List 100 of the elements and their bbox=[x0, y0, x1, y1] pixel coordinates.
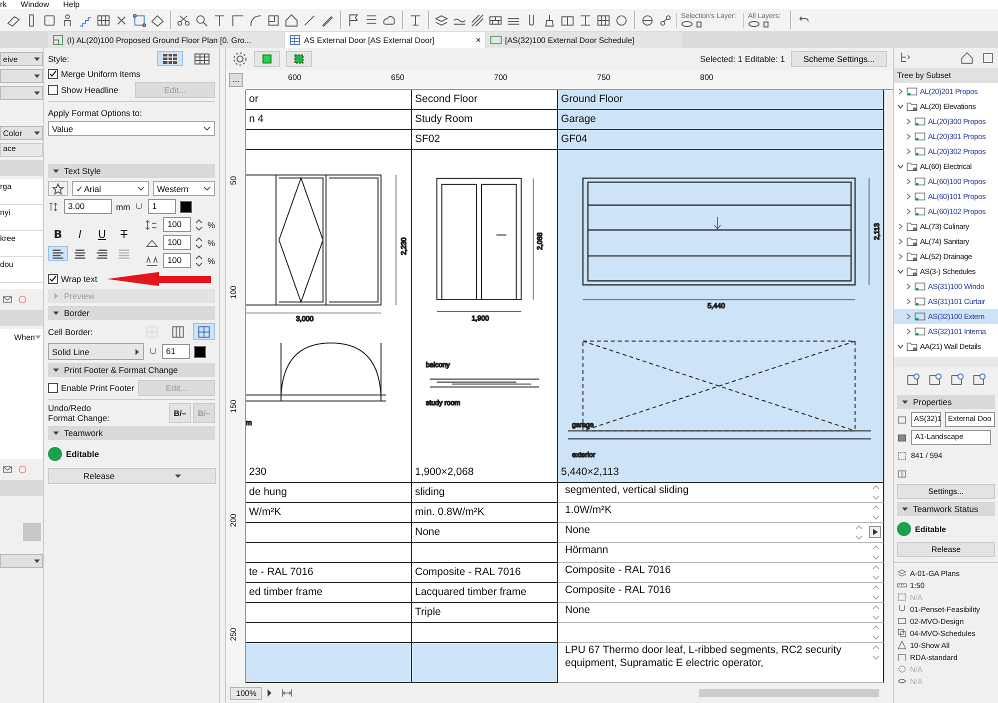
table-icon[interactable] bbox=[289, 34, 301, 46]
section-header[interactable]: Print Footer & Format Change bbox=[48, 363, 215, 377]
nodes-tool-icon[interactable] bbox=[658, 12, 673, 28]
menu-item[interactable]: rk bbox=[0, 1, 7, 9]
table-cell[interactable] bbox=[246, 623, 412, 643]
table-cell[interactable] bbox=[246, 643, 412, 683]
trim-tool-icon[interactable] bbox=[212, 12, 227, 28]
release-button[interactable]: Release bbox=[48, 468, 216, 484]
table-cell[interactable] bbox=[246, 130, 412, 150]
grid-tool-icon[interactable] bbox=[596, 12, 611, 28]
section-header[interactable]: Border bbox=[48, 306, 215, 320]
table-cell[interactable]: GF04 bbox=[558, 130, 884, 150]
bold-button[interactable]: B bbox=[48, 227, 68, 242]
chevron-right-icon[interactable] bbox=[905, 328, 912, 335]
line-type-dropdown[interactable]: Solid Line bbox=[48, 343, 144, 360]
checkbox[interactable] bbox=[48, 274, 58, 284]
grid-tool-icon[interactable] bbox=[96, 12, 111, 28]
section-header[interactable]: Teamwork Status bbox=[897, 502, 995, 516]
table-cell[interactable]: sliding bbox=[412, 483, 558, 503]
hatch-tool-icon[interactable] bbox=[470, 12, 485, 28]
envelope-icon[interactable] bbox=[2, 294, 13, 305]
chevron-down-icon[interactable] bbox=[897, 163, 904, 170]
scissors-tool-icon[interactable] bbox=[176, 12, 191, 28]
spacing-field[interactable]: 100 bbox=[163, 217, 192, 232]
pen-field[interactable]: 1 bbox=[148, 199, 176, 214]
script-dropdown[interactable]: Western bbox=[153, 181, 215, 196]
chevron-right-icon[interactable] bbox=[905, 208, 912, 215]
chevron-right-icon[interactable] bbox=[905, 148, 912, 155]
chevron-right-icon[interactable] bbox=[905, 133, 912, 140]
house-icon[interactable] bbox=[960, 51, 974, 65]
ruler-button[interactable]: ... bbox=[229, 73, 243, 87]
table-cell[interactable] bbox=[246, 523, 412, 543]
table-cell[interactable]: Triple bbox=[412, 603, 558, 623]
menu-arrow-button[interactable] bbox=[869, 526, 881, 538]
menu-item[interactable]: Help bbox=[63, 1, 80, 9]
document-tab[interactable]: AS External Door [AS External Door] × bbox=[285, 32, 485, 48]
table-cell[interactable]: Composite - RAL 7016 bbox=[558, 583, 884, 603]
spacing-field[interactable]: 100 bbox=[163, 235, 192, 250]
chevron-right-icon[interactable] bbox=[897, 223, 904, 230]
house-tool-icon[interactable] bbox=[284, 12, 299, 28]
table-cell[interactable] bbox=[246, 603, 412, 623]
field[interactable]: ace bbox=[0, 143, 43, 157]
table-cell[interactable]: SF02 bbox=[412, 130, 558, 150]
section-header[interactable]: Properties bbox=[897, 395, 995, 409]
line-tool-icon[interactable] bbox=[302, 12, 317, 28]
sphere-tool-icon[interactable] bbox=[640, 12, 655, 28]
font-dropdown[interactable]: ✓Arial bbox=[72, 181, 149, 196]
box-tool-icon[interactable] bbox=[266, 12, 281, 28]
checkbox[interactable] bbox=[48, 85, 58, 95]
list-item[interactable]: nyi bbox=[0, 205, 43, 231]
table-cell[interactable]: n 4 bbox=[246, 110, 412, 130]
select-cells-button[interactable] bbox=[254, 51, 280, 67]
table-cell[interactable]: Second Floor bbox=[412, 90, 558, 110]
table-cell[interactable]: None bbox=[558, 523, 884, 543]
underline-button[interactable]: U bbox=[92, 227, 112, 242]
search-tool-icon[interactable] bbox=[194, 12, 209, 28]
chevron-down-icon[interactable] bbox=[897, 103, 904, 110]
table-cell[interactable]: segmented, vertical sliding bbox=[558, 483, 884, 503]
select-all-button[interactable] bbox=[286, 51, 312, 67]
dropdown[interactable]: eive bbox=[0, 52, 43, 66]
favorite-button[interactable] bbox=[48, 181, 68, 196]
zoom-level[interactable]: 100% bbox=[230, 686, 262, 700]
sheet-icon[interactable] bbox=[490, 34, 502, 46]
apply-format-dropdown[interactable]: Value bbox=[48, 121, 215, 136]
show-headline-option[interactable]: Show Headline bbox=[48, 85, 118, 95]
italic-button[interactable]: I bbox=[70, 227, 90, 242]
list-item[interactable]: rga bbox=[0, 179, 43, 205]
table-cell[interactable]: Composite - RAL 7016 bbox=[558, 563, 884, 583]
chevron-right-icon[interactable] bbox=[905, 313, 912, 320]
select-tool-icon[interactable] bbox=[132, 12, 147, 28]
chevron-right-icon[interactable] bbox=[905, 298, 912, 305]
spinner-icon[interactable] bbox=[195, 254, 204, 268]
strike-button[interactable]: T bbox=[114, 227, 134, 242]
table-cell[interactable] bbox=[246, 543, 412, 563]
pen-field[interactable]: 61 bbox=[162, 344, 190, 359]
fit-width-icon[interactable] bbox=[280, 687, 294, 699]
list-item[interactable]: dou bbox=[0, 257, 43, 283]
table-cell[interactable]: min. 0.8W/m²K bbox=[412, 503, 558, 523]
settings-button[interactable]: Settings... bbox=[897, 484, 995, 499]
table-cell[interactable]: Ground Floor bbox=[558, 90, 884, 110]
table-cell[interactable] bbox=[412, 623, 558, 643]
document-tab[interactable]: [AS(32)100 External Door Schedule] bbox=[486, 32, 682, 48]
align-left-button[interactable] bbox=[48, 246, 68, 261]
table-cell[interactable]: LPU 67 Thermo door leaf, L-ribbed segments, RC2 security equipment, Supramatic E electric operator, bbox=[558, 643, 884, 683]
enable-print-footer-option[interactable]: Enable Print Footer bbox=[48, 383, 134, 393]
corner-tool-icon[interactable] bbox=[230, 12, 245, 28]
table-cell[interactable]: de hung bbox=[246, 483, 412, 503]
layer-tool-icon[interactable] bbox=[434, 12, 449, 28]
table-cell[interactable]: Lacquared timber frame bbox=[412, 583, 558, 603]
scheme-settings-button[interactable]: Scheme Settings... bbox=[791, 51, 887, 67]
chevron-right-icon[interactable] bbox=[905, 118, 912, 125]
table-cell[interactable]: 1.0W/m²K bbox=[558, 503, 884, 523]
table-cell[interactable] bbox=[412, 543, 558, 563]
undo-format-button[interactable]: B/– bbox=[169, 403, 191, 423]
vertical-scrollbar[interactable] bbox=[884, 90, 894, 683]
chevron-down-icon[interactable] bbox=[897, 268, 904, 275]
floor-plan-icon[interactable] bbox=[52, 34, 64, 46]
table-style-button[interactable] bbox=[157, 51, 183, 66]
beam-tool-icon[interactable] bbox=[578, 12, 593, 28]
table-cell[interactable]: 230 bbox=[246, 463, 412, 483]
